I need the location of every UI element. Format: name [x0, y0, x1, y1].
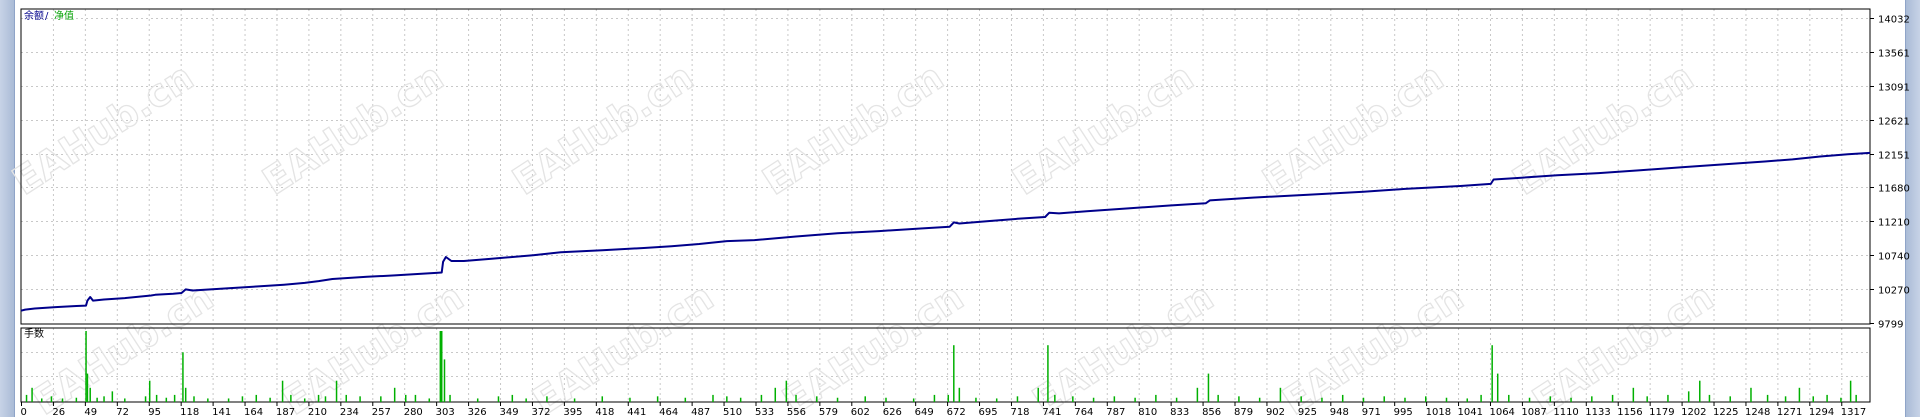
x-tick-label: 879	[1234, 407, 1253, 417]
y-tick-label: 12621	[1878, 117, 1910, 128]
watermark-text: EAHub.cn	[1525, 275, 1721, 417]
equity-legend-label: 净值	[54, 9, 74, 22]
x-tick-label: 487	[691, 407, 710, 417]
x-tick-label: 856	[1202, 407, 1221, 417]
x-tick-label: 464	[659, 407, 678, 417]
x-tick-label: 718	[1010, 407, 1029, 417]
x-tick-label: 1294	[1809, 407, 1834, 417]
x-tick-label: 303	[436, 407, 455, 417]
x-tick-label: 649	[915, 407, 934, 417]
watermark-layer: EAHub.cnEAHub.cnEAHub.cnEAHub.cnEAHub.cn…	[4, 54, 1722, 417]
x-tick-label: 995	[1394, 407, 1413, 417]
x-tick-label: 26	[52, 407, 65, 417]
x-tick-label: 349	[500, 407, 519, 417]
x-tick-label: 395	[563, 407, 582, 417]
watermark-text: EAHub.cn	[25, 275, 221, 417]
x-tick-label: 1133	[1585, 407, 1610, 417]
x-tick-label: 187	[276, 407, 295, 417]
x-tick-label: 49	[84, 407, 97, 417]
watermark-text: EAHub.cn	[775, 275, 971, 417]
x-tick-label: 579	[819, 407, 838, 417]
x-tick-label: 418	[595, 407, 614, 417]
y-tick-label: 11210	[1878, 218, 1910, 229]
x-tick-label: 1110	[1553, 407, 1578, 417]
watermark-text: EAHub.cn	[5, 55, 201, 204]
y-tick-label: 11680	[1878, 184, 1910, 195]
x-tick-label: 833	[1170, 407, 1189, 417]
watermark-text: EAHub.cn	[255, 55, 451, 204]
x-tick-label: 141	[212, 407, 231, 417]
y-tick-label: 9799	[1878, 320, 1903, 331]
x-tick-label: 556	[787, 407, 806, 417]
x-tick-label: 602	[851, 407, 870, 417]
volume-panel-label: 手数	[24, 327, 44, 340]
x-tick-label: 118	[180, 407, 199, 417]
x-tick-label: 0	[21, 407, 27, 417]
tester-graph-window: EAHub.cn EAHub.cn EAHub.cn EAHub.cn EAHub.cn…	[0, 0, 1920, 417]
watermark-text: EAHub.cn	[755, 55, 951, 204]
x-tick-label: 1225	[1713, 407, 1738, 417]
x-tick-label: 1248	[1745, 407, 1770, 417]
y-tick-label: 10740	[1878, 252, 1910, 263]
x-tick-label: 1179	[1649, 407, 1674, 417]
x-tick-label: 164	[244, 407, 263, 417]
x-tick-label: 1064	[1489, 407, 1514, 417]
x-tick-label: 372	[531, 407, 550, 417]
x-tick-label: 257	[372, 407, 391, 417]
x-tick-label: 1317	[1841, 407, 1866, 417]
y-tick-label: 13561	[1878, 49, 1910, 60]
x-tick-label: 510	[723, 407, 742, 417]
x-tick-label: 925	[1298, 407, 1317, 417]
chart-canvas: EAHub.cnEAHub.cnEAHub.cnEAHub.cnEAHub.cn…	[4, 8, 1910, 417]
x-tick-label: 787	[1106, 407, 1125, 417]
x-tick-label: 971	[1362, 407, 1381, 417]
x-tick-label: 672	[947, 407, 966, 417]
watermark-text: EAHub.cn	[525, 275, 721, 417]
x-tick-label: 1087	[1521, 407, 1546, 417]
x-tick-label: 326	[468, 407, 487, 417]
y-tick-label: 14032	[1878, 15, 1910, 26]
x-tick-label: 210	[308, 407, 327, 417]
watermark-text: EAHub.cn	[1505, 55, 1701, 204]
x-tick-label: 764	[1074, 407, 1093, 417]
x-tick-label: 1271	[1777, 407, 1802, 417]
y-tick-label: 12151	[1878, 151, 1910, 162]
x-tick-label: 72	[116, 407, 129, 417]
balance-legend-label: 余额	[24, 9, 44, 22]
x-tick-label: 234	[340, 407, 359, 417]
x-tick-label: 695	[979, 407, 998, 417]
x-tick-label: 1202	[1681, 407, 1706, 417]
watermark-text: EAHub.cn	[505, 55, 701, 204]
x-tick-label: 810	[1138, 407, 1157, 417]
x-tick-label: 741	[1042, 407, 1061, 417]
y-tick-label: 13091	[1878, 83, 1910, 94]
x-tick-label: 1018	[1426, 407, 1451, 417]
legend-separator: /	[45, 11, 49, 22]
watermark-text: EAHub.cn	[1275, 275, 1471, 417]
x-tick-label: 441	[627, 407, 646, 417]
x-tick-label: 533	[755, 407, 774, 417]
x-tick-label: 902	[1266, 407, 1285, 417]
x-tick-label: 280	[404, 407, 423, 417]
x-tick-label: 626	[883, 407, 902, 417]
x-tick-label: 948	[1330, 407, 1349, 417]
watermark-text: EAHub.cn	[1255, 55, 1451, 204]
x-tick-label: 95	[148, 407, 161, 417]
x-tick-label: 1156	[1617, 407, 1642, 417]
x-tick-label: 1041	[1458, 407, 1483, 417]
y-tick-label: 10270	[1878, 286, 1910, 297]
